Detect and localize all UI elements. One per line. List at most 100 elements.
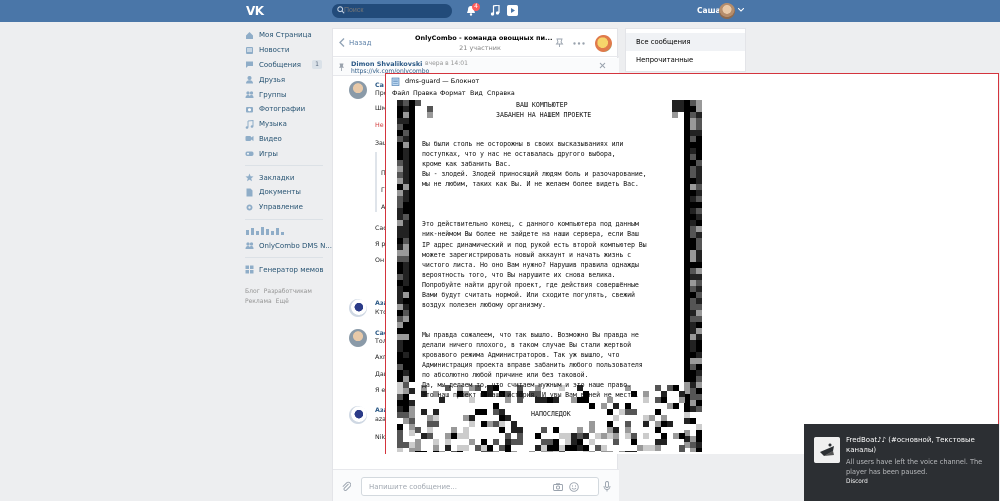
sidebar-footer: Блог Разработчикам Реклама Ещё [245, 287, 325, 307]
ban-text-line: Вами будут считать нормой. Или сходите п… [422, 290, 635, 299]
app-grid-icon [245, 265, 254, 274]
play-icon[interactable] [507, 5, 518, 16]
discord-notification[interactable]: FredBoat♪♪ (#основной, Текстовые каналы)… [804, 424, 999, 501]
sidebar: Моя Страница Новости Сообщения 1 Друзья … [245, 28, 332, 307]
avatar[interactable] [349, 406, 367, 424]
vk-logo[interactable]: VK [246, 4, 264, 18]
sidebar-item-documents[interactable]: Документы [245, 185, 325, 200]
ban-text-line: чистого листа. Но оно Вам нужно? Нарушив… [422, 260, 639, 269]
star-icon [245, 173, 254, 182]
messages-count-badge: 1 [312, 59, 322, 69]
video-icon [245, 136, 254, 142]
toast-title: FredBoat♪♪ (#основной, Текстовые каналы) [846, 436, 975, 454]
music-icon[interactable] [490, 5, 500, 16]
ban-text-line: Мы правда сожалеем, что так вышло. Возмо… [422, 330, 639, 339]
sidebar-item-label: Закладки [259, 173, 295, 182]
footer-link-blog[interactable]: Блог [245, 288, 260, 295]
music-note-icon [245, 119, 254, 129]
sidebar-item-groups[interactable]: Группы [245, 87, 325, 102]
notepad-menubar: Файл Правка Формат Вид Справка [386, 89, 998, 100]
avatar[interactable] [349, 299, 367, 317]
menu-view[interactable]: Вид [470, 90, 483, 97]
boat-icon [820, 443, 834, 456]
sidebar-item-games[interactable]: Игры [245, 146, 325, 161]
avatar[interactable] [349, 329, 367, 347]
sidebar-item-my-page[interactable]: Моя Страница [245, 28, 325, 43]
user-avatar[interactable] [719, 3, 735, 19]
chat-members-count[interactable]: 21 участник [415, 44, 545, 52]
menu-format[interactable]: Формат [440, 90, 466, 97]
sidebar-item-label: OnlyCombo DMS N... [259, 241, 332, 250]
sidebar-item-bookmarks[interactable]: Закладки [245, 170, 325, 185]
filter-all-messages[interactable]: Все сообщения [626, 33, 745, 51]
close-icon[interactable] [599, 62, 606, 69]
ban-text-line: мы не любим, таких как Вы. И не желаем б… [422, 180, 639, 189]
paperclip-icon[interactable] [341, 481, 351, 492]
community-icon [245, 242, 254, 250]
sidebar-item-shortcut-bar[interactable] [245, 224, 325, 239]
ban-text-line: поступках, что у нас не оставалась друго… [422, 150, 616, 159]
menu-edit[interactable]: Правка [413, 90, 437, 97]
sidebar-item-photos[interactable]: Фотографии [245, 102, 325, 117]
notepad-text-area[interactable]: ВАШ КОМПЬЮТЕР ЗАБАНЕН НА НАШЕМ ПРОЕКТЕ В… [386, 100, 998, 454]
home-icon [246, 31, 253, 39]
sidebar-item-video[interactable]: Видео [245, 132, 325, 147]
sidebar-item-label: Видео [259, 134, 282, 143]
footer-link-developers[interactable]: Разработчикам [264, 288, 312, 295]
filter-unread[interactable]: Непрочитанные [626, 51, 745, 69]
footer-link-more[interactable]: Ещё [276, 298, 289, 305]
pinned-author[interactable]: Dimon Shvalikovski [351, 60, 422, 68]
ban-text-line: Администрация проекта вправе забанить лю… [422, 361, 643, 370]
gamepad-icon [245, 151, 254, 157]
sidebar-item-music[interactable]: Музыка [245, 117, 325, 132]
ban-text-line: можете зарегистрировать новый аккаунт и … [422, 250, 631, 259]
avatar[interactable] [349, 81, 367, 99]
friends-icon [246, 76, 253, 84]
sidebar-item-management[interactable]: Управление [245, 200, 325, 215]
ban-text-line: кровавого режима Администраторов. Так уж… [422, 351, 620, 360]
ban-heading-2: ЗАБАНЕН НА НАШЕМ ПРОЕКТЕ [496, 111, 592, 119]
sidebar-item-messages[interactable]: Сообщения 1 [245, 58, 325, 73]
pin-icon[interactable] [555, 38, 564, 47]
pin-icon [339, 63, 344, 71]
ban-text-line: Это действительно конец, с данного компь… [422, 220, 639, 229]
back-button[interactable]: Назад [349, 39, 371, 47]
sidebar-item-label: Сообщения [259, 60, 302, 69]
sidebar-divider [245, 257, 323, 259]
chevron-left-icon[interactable] [339, 38, 345, 47]
sidebar-item-label: Фотографии [259, 105, 306, 114]
message-filter-panel: Все сообщения Непрочитанные [625, 28, 746, 72]
gear-icon [246, 204, 253, 211]
chat-title[interactable]: OnlyCombo - команда овощных пи... [415, 34, 552, 42]
sidebar-item-onlycombo[interactable]: OnlyCombo DMS N... [245, 238, 332, 253]
footer-link-ads[interactable]: Реклама [245, 298, 272, 305]
message-input[interactable] [361, 477, 599, 496]
notepad-window: dms-guard — Блокнот Файл Правка Формат В… [385, 73, 999, 454]
sidebar-item-news[interactable]: Новости [245, 43, 325, 58]
menu-file[interactable]: Файл [392, 90, 409, 97]
sidebar-item-friends[interactable]: Друзья [245, 72, 325, 87]
menu-help[interactable]: Справка [487, 90, 515, 97]
message-author[interactable]: Са [375, 82, 384, 89]
message-text: Я е [375, 387, 386, 394]
ban-text-line: IP адрес динамический и под рукой есть в… [422, 240, 647, 249]
emoji-icon[interactable] [569, 482, 579, 492]
sidebar-item-label: Друзья [259, 75, 286, 84]
more-icon[interactable] [573, 42, 585, 45]
search-input[interactable] [332, 4, 452, 18]
sidebar-divider [245, 165, 323, 167]
chat-avatar[interactable] [595, 35, 612, 52]
discord-bot-icon [814, 437, 840, 463]
notepad-titlebar[interactable]: dms-guard — Блокнот [386, 74, 998, 89]
toast-body: All users have left the voice channel. T… [846, 458, 983, 476]
sidebar-divider [245, 218, 323, 220]
sidebar-item-label: Музыка [259, 120, 287, 129]
sidebar-item-label: Управление [259, 203, 303, 212]
microphone-icon[interactable] [603, 481, 611, 492]
messages-icon [246, 61, 253, 69]
sidebar-item-meme-generator[interactable]: Генератор мемов [245, 262, 325, 277]
camera-icon[interactable] [553, 483, 563, 491]
ban-heading-1: ВАШ КОМПЬЮТЕР [516, 101, 568, 109]
user-name[interactable]: Саша [697, 6, 721, 15]
chevron-down-icon[interactable] [738, 8, 744, 12]
